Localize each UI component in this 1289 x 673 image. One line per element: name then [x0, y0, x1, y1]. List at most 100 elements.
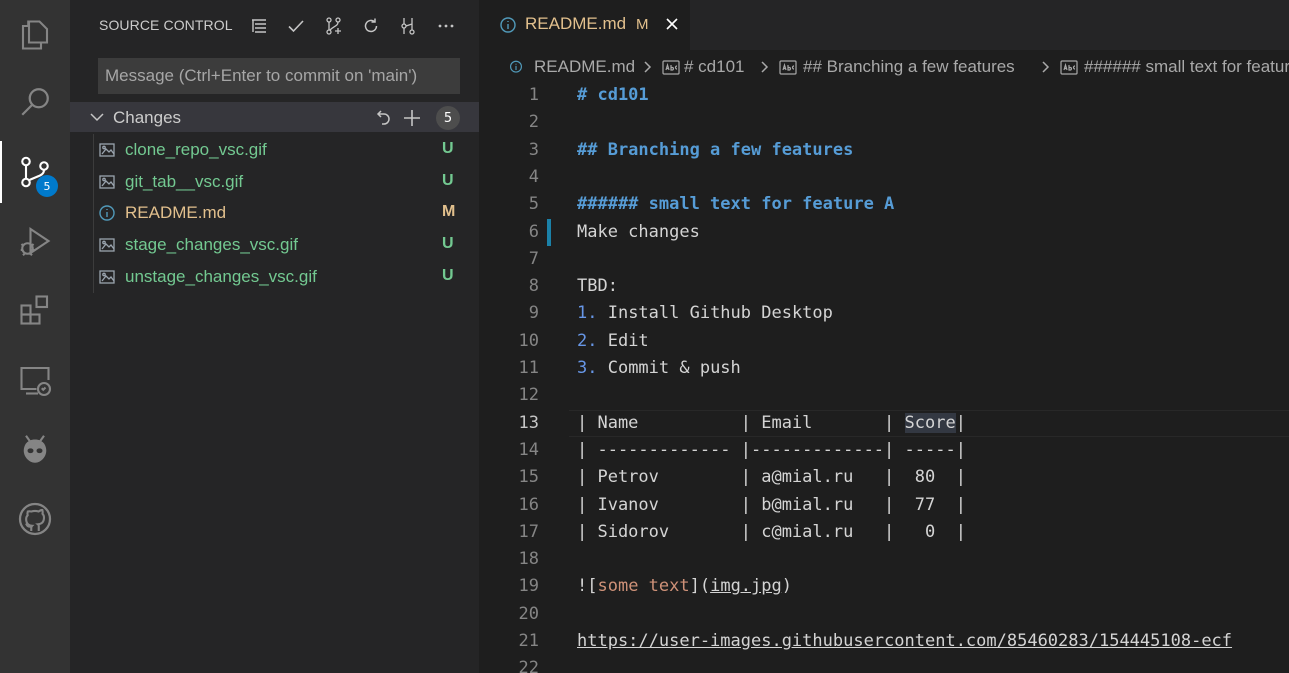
remote-explorer-button[interactable] — [0, 345, 70, 415]
chevron-right-icon — [1042, 61, 1050, 73]
code-line: 19 ![some text](img.jpg) — [479, 573, 1289, 600]
line-text: ###### small text for feature A — [577, 194, 895, 215]
refresh-button[interactable] — [359, 14, 383, 38]
file-status: M — [442, 203, 456, 220]
file-name: clone_repo_vsc.gif — [125, 140, 267, 159]
tree-indent-guide — [93, 166, 94, 198]
file-name: README.md — [125, 203, 227, 222]
tab-readme[interactable]: README.md M — [479, 0, 690, 50]
code-line: 12 — [479, 382, 1289, 409]
breadcrumb-item[interactable]: ###### small text for feature A — [1084, 57, 1289, 77]
code-line: 15 | Petrov | a@mial.ru | 80 | — [479, 464, 1289, 491]
symbol-string-icon — [779, 60, 797, 75]
line-text: # cd101 — [577, 85, 649, 105]
line-number: 9 — [528, 303, 539, 324]
selection-highlight: Score — [904, 412, 956, 433]
line-number: 13 — [518, 412, 539, 433]
line-number: 10 — [518, 330, 539, 351]
table-row-text: | Name | Email | — [577, 412, 905, 433]
line-number: 14 — [518, 439, 539, 460]
pull-request-icon — [326, 17, 341, 35]
image-file-icon — [99, 175, 115, 189]
file-name: stage_changes_vsc.gif — [125, 235, 298, 254]
code-line: 21 https://user-images.githubusercontent… — [479, 628, 1289, 655]
list-item[interactable]: clone_repo_vsc.gif U — [70, 134, 479, 166]
url-link[interactable]: https://user-images.githubusercontent.co… — [577, 631, 1232, 651]
platformio-button[interactable] — [0, 415, 70, 485]
code-line: 14 | ------------- |-------------| -----… — [479, 437, 1289, 464]
list-item[interactable]: stage_changes_vsc.gif U — [70, 229, 479, 261]
more-actions-button[interactable] — [434, 14, 458, 38]
tree-indent-guide — [93, 261, 94, 293]
explorer-button[interactable] — [0, 0, 70, 70]
editor-group: README.md M README.md # cd101 ## Branchi… — [479, 0, 1289, 673]
file-status: U — [442, 172, 454, 189]
line-text: ## Branching a few features — [577, 139, 854, 160]
breadcrumb: README.md # cd101 ## Branching a few fea… — [479, 52, 1289, 82]
file-status: U — [442, 267, 454, 284]
more-actions-icon — [438, 24, 454, 28]
search-button[interactable] — [0, 67, 70, 137]
code-editor[interactable]: 1 # cd101 2 3 ## Branching a few feature… — [479, 82, 1289, 673]
tab-modified-indicator: M — [636, 16, 649, 33]
view-as-tree-icon — [252, 19, 266, 33]
breadcrumb-item[interactable]: ## Branching a few features — [803, 57, 1015, 77]
breadcrumb-item[interactable]: README.md — [534, 57, 635, 77]
image-syntax-close: ) — [781, 576, 792, 597]
plus-icon — [404, 110, 420, 126]
list-item[interactable]: git_tab__vsc.gif U — [70, 166, 479, 198]
close-icon[interactable] — [663, 15, 681, 33]
list-item[interactable]: unstage_changes_vsc.gif U — [70, 261, 479, 293]
modified-line-gutter-marker[interactable] — [547, 218, 551, 246]
code-line: 10 2. Edit — [479, 328, 1289, 355]
run-debug-button[interactable] — [0, 206, 70, 276]
source-control-sidebar: SOURCE CONTROL Message (Ctrl+Enter to co… — [70, 0, 479, 673]
commit-message-box — [98, 58, 460, 94]
extensions-button[interactable] — [0, 275, 70, 345]
github-button[interactable] — [0, 484, 70, 554]
tree-indent-guide — [93, 134, 94, 166]
tree-indent-guide — [93, 197, 94, 229]
commit-message-input[interactable] — [99, 59, 459, 93]
line-text: TBD: — [577, 276, 618, 297]
list-item[interactable]: README.md M — [70, 197, 479, 229]
line-text: 2. Edit — [577, 331, 649, 351]
info-icon — [500, 17, 516, 33]
line-number: 4 — [528, 166, 539, 187]
code-line: 7 — [479, 246, 1289, 273]
changes-section-header[interactable]: Changes 5 — [70, 102, 479, 132]
discard-all-changes-button[interactable] — [373, 107, 395, 129]
tab-title: README.md — [525, 14, 627, 33]
chevron-down-icon[interactable] — [88, 108, 106, 126]
code-line-current: 13 | Name | Email | Score| — [479, 409, 1289, 437]
code-line: 2 — [479, 109, 1289, 136]
code-line: 9 1. Install Github Desktop — [479, 300, 1289, 327]
code-line: 20 — [479, 601, 1289, 628]
line-number: 6 — [528, 221, 539, 242]
view-as-tree-button[interactable] — [247, 14, 271, 38]
commit-button[interactable] — [284, 14, 308, 38]
list-item-text: Commit & push — [597, 358, 741, 378]
debug-icon — [20, 227, 51, 256]
image-file-icon — [99, 238, 115, 252]
pull-request-button[interactable] — [322, 14, 346, 38]
image-file-icon — [99, 270, 115, 284]
image-syntax-open: ![ — [577, 576, 598, 597]
image-link[interactable]: img.jpg — [710, 576, 782, 596]
line-number: 11 — [518, 358, 539, 378]
code-line: 18 — [479, 546, 1289, 573]
stage-all-changes-button[interactable] — [401, 107, 423, 129]
breadcrumb-item[interactable]: # cd101 — [684, 57, 745, 77]
line-text: | Sidorov | c@mial.ru | 0 | — [577, 521, 966, 542]
line-text: | Name | Email | Score| — [577, 412, 966, 433]
chevron-right-icon — [761, 61, 769, 73]
code-line: 3 ## Branching a few features — [479, 137, 1289, 164]
source-control-button[interactable]: 5 — [0, 137, 70, 207]
line-number: 2 — [528, 112, 539, 133]
branch-graph-button[interactable] — [396, 14, 420, 38]
file-status: U — [442, 140, 454, 157]
list-marker: 1. — [577, 303, 598, 324]
info-icon — [510, 60, 522, 73]
activity-bar: 5 — [0, 0, 70, 673]
table-row-end: | — [955, 412, 966, 433]
